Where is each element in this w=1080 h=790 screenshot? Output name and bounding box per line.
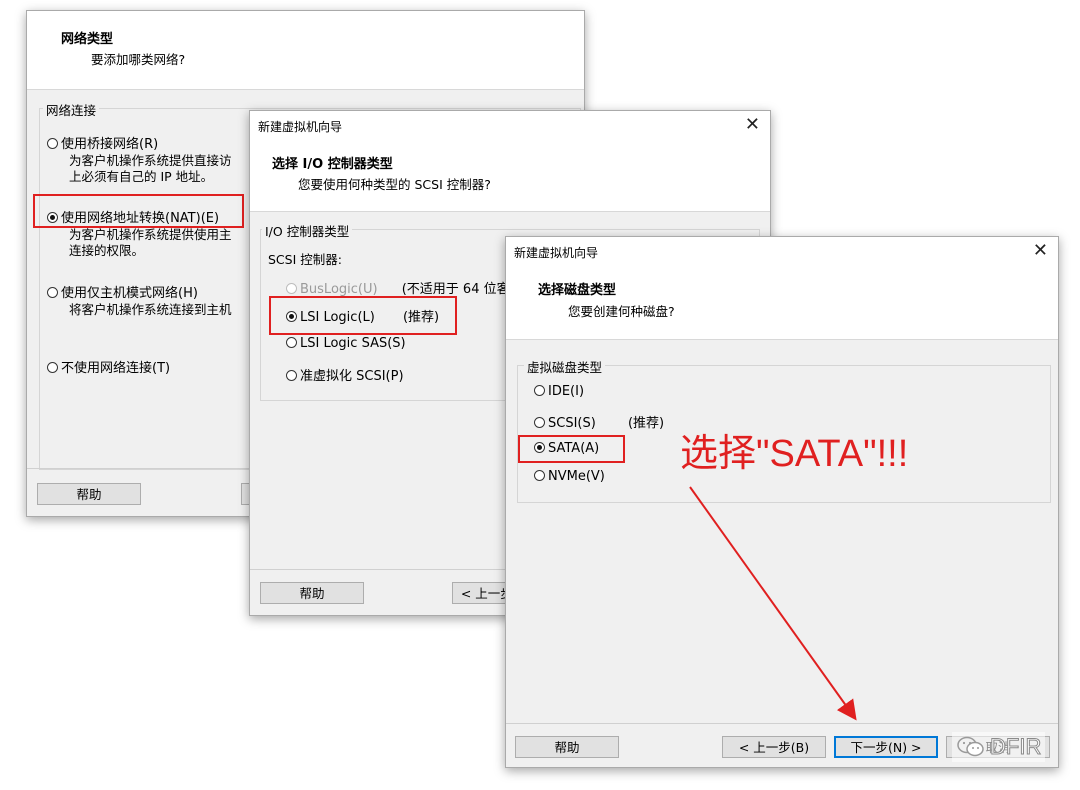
dialog-header: 选择磁盘类型 您要创建何种磁盘? xyxy=(506,267,1058,340)
dialog-header: 选择 I/O 控制器类型 您要使用何种类型的 SCSI 控制器? xyxy=(250,141,770,212)
radio-bridged[interactable]: 使用桥接网络(R) xyxy=(47,133,158,152)
radio-icon[interactable] xyxy=(47,138,58,149)
radio-icon[interactable] xyxy=(47,287,58,298)
highlight-nat xyxy=(33,194,244,228)
nat-description: 为客户机操作系统提供使用主 连接的权限。 xyxy=(69,227,232,258)
radio-buslogic: BusLogic(U) (不适用于 64 位客 xyxy=(286,278,510,297)
radio-icon[interactable] xyxy=(47,362,58,373)
group-label: 网络连接 xyxy=(43,100,100,119)
highlight-sata xyxy=(518,435,625,463)
help-button[interactable]: 帮助 xyxy=(37,483,141,505)
back-button[interactable]: < 上一步(B) xyxy=(722,736,826,758)
highlight-lsi-logic xyxy=(269,296,457,335)
radio-icon xyxy=(286,283,297,294)
window-title: 新建虚拟机向导 xyxy=(514,246,599,260)
radio-icon[interactable] xyxy=(286,337,297,348)
radio-nvme[interactable]: NVMe(V) xyxy=(534,469,605,484)
watermark-text: DFIR xyxy=(989,734,1042,760)
dialog-header: 网络类型 要添加哪类网络? xyxy=(27,11,584,90)
watermark: DFIR xyxy=(952,732,1046,762)
page-subtitle: 您要创建何种磁盘? xyxy=(568,304,675,319)
disk-type-dialog: 新建虚拟机向导 ✕ 选择磁盘类型 您要创建何种磁盘? 虚拟磁盘类型 IDE(I)… xyxy=(505,236,1059,768)
annotation-text: 选择"SATA"!!! xyxy=(680,433,909,475)
title-bar: 新建虚拟机向导 ✕ xyxy=(250,111,770,141)
radio-no-network[interactable]: 不使用网络连接(T) xyxy=(47,357,170,376)
title-bar: 新建虚拟机向导 ✕ xyxy=(506,237,1058,267)
radio-scsi[interactable]: SCSI(S) (推荐) xyxy=(534,412,664,431)
bridged-description: 为客户机操作系统提供直接访 上必须有自己的 IP 地址。 xyxy=(69,153,232,184)
page-title: 网络类型 xyxy=(61,32,114,47)
help-button[interactable]: 帮助 xyxy=(515,736,619,758)
host-only-description: 将客户机操作系统连接到主机 xyxy=(69,302,232,317)
next-button[interactable]: 下一步(N) > xyxy=(834,736,938,758)
window-title: 新建虚拟机向导 xyxy=(258,120,343,134)
page-title: 选择磁盘类型 xyxy=(538,283,617,298)
group-label: 虚拟磁盘类型 xyxy=(524,357,606,376)
radio-icon[interactable] xyxy=(534,417,545,428)
radio-lsi-logic-sas[interactable]: LSI Logic SAS(S) xyxy=(286,336,406,351)
page-subtitle: 您要使用何种类型的 SCSI 控制器? xyxy=(298,177,491,192)
radio-paravirtual-scsi[interactable]: 准虚拟化 SCSI(P) xyxy=(286,365,404,384)
footer-divider xyxy=(506,723,1058,724)
radio-icon[interactable] xyxy=(286,370,297,381)
wechat-icon xyxy=(957,736,984,757)
radio-icon[interactable] xyxy=(534,385,545,396)
radio-icon[interactable] xyxy=(534,470,545,481)
help-button[interactable]: 帮助 xyxy=(260,582,364,604)
page-subtitle: 要添加哪类网络? xyxy=(91,52,186,67)
radio-host-only[interactable]: 使用仅主机模式网络(H) xyxy=(47,282,198,301)
group-label: I/O 控制器类型 xyxy=(262,221,353,240)
close-icon[interactable]: ✕ xyxy=(1033,240,1048,261)
page-title: 选择 I/O 控制器类型 xyxy=(272,157,393,172)
close-icon[interactable]: ✕ xyxy=(745,114,760,135)
scsi-controller-label: SCSI 控制器: xyxy=(268,252,342,267)
radio-ide[interactable]: IDE(I) xyxy=(534,384,584,399)
